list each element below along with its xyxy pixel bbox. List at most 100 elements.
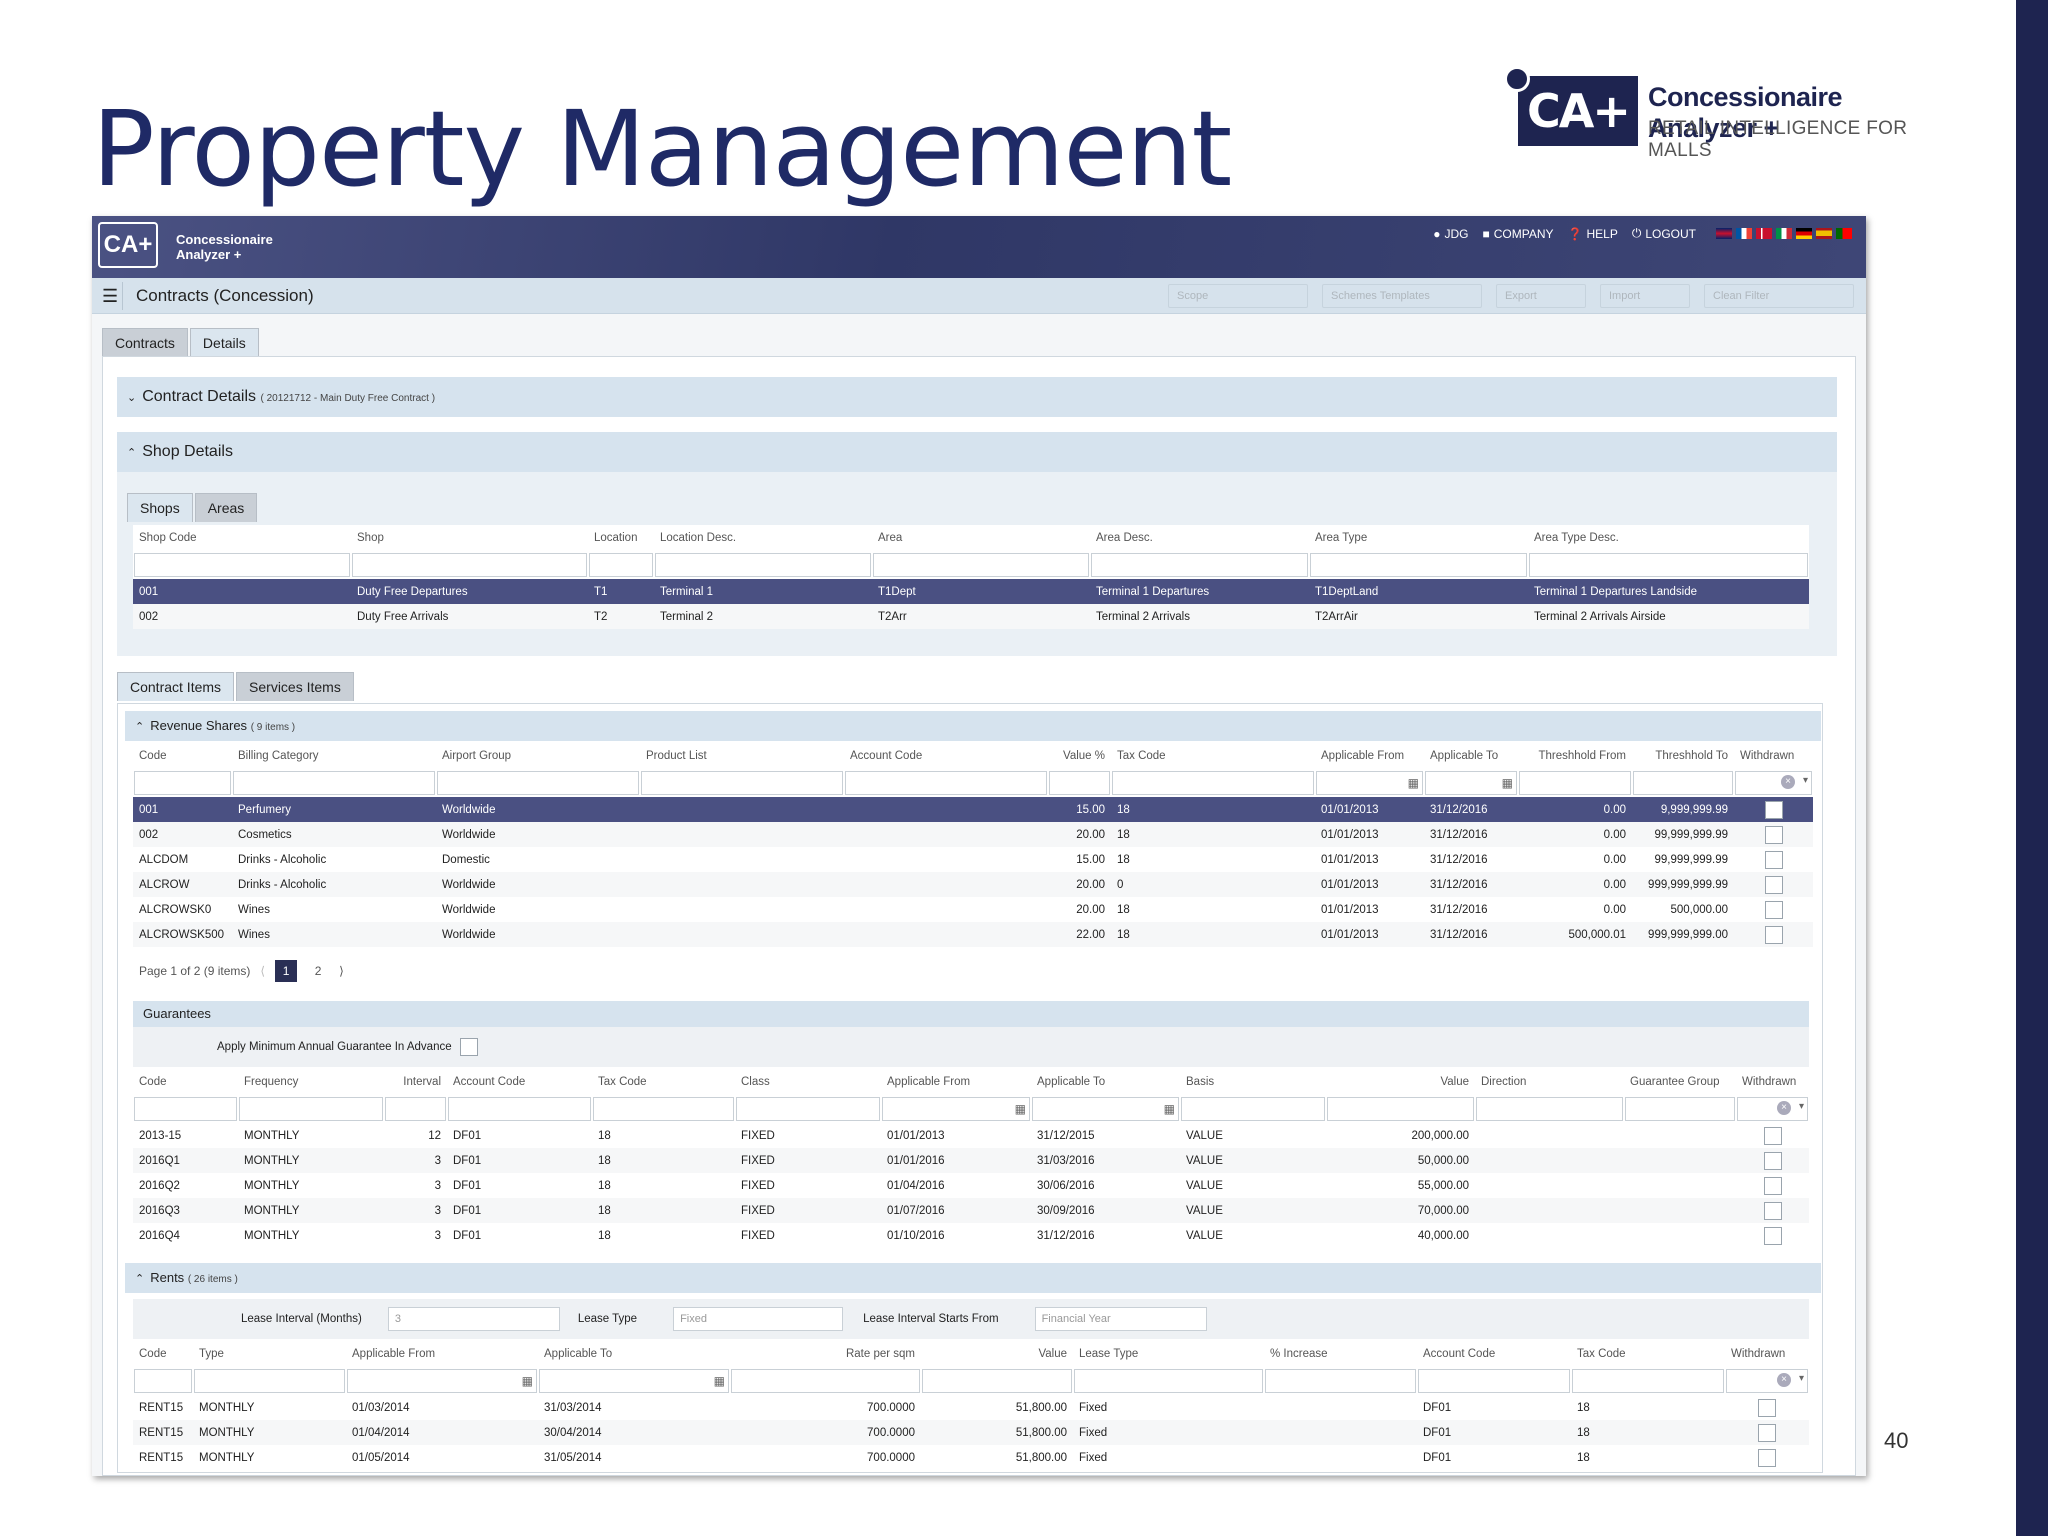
filter-input[interactable] <box>1418 1369 1570 1393</box>
filter-input[interactable] <box>1181 1097 1325 1121</box>
clear-icon[interactable]: × <box>1777 1101 1791 1115</box>
column-header[interactable]: Tax Code <box>1571 1341 1725 1367</box>
filter-input[interactable] <box>134 1097 237 1121</box>
withdrawn-checkbox[interactable] <box>1763 1201 1782 1220</box>
column-header[interactable]: Applicable To <box>1424 743 1518 769</box>
column-header[interactable]: Code <box>133 1069 238 1095</box>
tab-contracts[interactable]: Contracts <box>102 328 188 357</box>
flag-es-icon[interactable] <box>1816 228 1832 239</box>
clear-icon[interactable]: × <box>1781 775 1795 789</box>
filter-input[interactable] <box>1074 1369 1263 1393</box>
table-row[interactable]: 002 Cosmetics Worldwide 20.00 18 01/01/2013 31… <box>133 822 1813 847</box>
column-header[interactable]: Shop Code <box>133 525 351 551</box>
export-button[interactable]: Export <box>1496 284 1586 308</box>
table-row[interactable]: 2016Q4 MONTHLY 3 DF01 18 FIXED 01/10/2016 31/12… <box>133 1223 1809 1248</box>
filter-input[interactable] <box>239 1097 383 1121</box>
calendar-icon[interactable]: ▦ <box>522 1374 533 1388</box>
filter-input[interactable]: × ▾ <box>1737 1097 1808 1121</box>
tab-services-items[interactable]: Services Items <box>236 672 354 701</box>
contract-details-header[interactable]: ⌄ Contract Details ( 20121712 - Main Duty… <box>117 377 1837 417</box>
column-header[interactable]: Location <box>588 525 654 551</box>
table-row[interactable]: 001 Duty Free Departures T1 Terminal 1 T1Dep… <box>133 579 1809 604</box>
table-row[interactable]: RENT15 MONTHLY 01/03/2014 31/03/2014 700.000… <box>133 1395 1809 1420</box>
filter-input[interactable] <box>922 1369 1072 1393</box>
filter-input[interactable] <box>194 1369 345 1393</box>
flag-dk-icon[interactable] <box>1756 228 1772 239</box>
column-header[interactable]: Withdrawn <box>1725 1341 1809 1367</box>
filter-input[interactable] <box>134 771 231 795</box>
filter-input[interactable]: ▦ <box>1032 1097 1179 1121</box>
column-header[interactable]: Direction <box>1475 1069 1624 1095</box>
column-header[interactable]: Tax Code <box>592 1069 735 1095</box>
filter-input[interactable] <box>1476 1097 1623 1121</box>
next-page-icon[interactable]: ⟩ <box>339 964 344 978</box>
table-row[interactable]: 2016Q2 MONTHLY 3 DF01 18 FIXED 01/04/2016 30/06… <box>133 1173 1809 1198</box>
table-row[interactable]: 2016Q1 MONTHLY 3 DF01 18 FIXED 01/01/2016 31/03… <box>133 1148 1809 1173</box>
tab-areas[interactable]: Areas <box>194 493 258 522</box>
table-row[interactable]: 001 Perfumery Worldwide 15.00 18 01/01/2013 31… <box>133 797 1813 822</box>
column-header[interactable]: Type <box>193 1341 346 1367</box>
column-header[interactable]: Threshhold From <box>1518 743 1632 769</box>
table-row[interactable]: 002 Duty Free Arrivals T2 Terminal 2 T2Arr Te… <box>133 604 1809 629</box>
scope-select[interactable]: Scope <box>1168 284 1308 308</box>
tab-contract-items[interactable]: Contract Items <box>117 672 235 701</box>
filter-input[interactable] <box>1625 1097 1735 1121</box>
filter-input[interactable] <box>1529 553 1808 577</box>
filter-input[interactable] <box>385 1097 446 1121</box>
chevron-down-icon[interactable]: ▾ <box>1803 775 1808 786</box>
filter-input[interactable] <box>352 553 587 577</box>
schemes-button[interactable]: Schemes Templates <box>1322 284 1482 308</box>
withdrawn-checkbox[interactable] <box>1763 1176 1782 1195</box>
logout-link[interactable]: ⏻ LOGOUT <box>1632 226 1696 241</box>
lease-interval-input[interactable]: 3 <box>387 1307 560 1331</box>
chevron-down-icon[interactable]: ▾ <box>1799 1373 1804 1384</box>
page-2-button[interactable]: 2 <box>307 960 329 982</box>
filter-input[interactable] <box>1633 771 1733 795</box>
calendar-icon[interactable]: ▦ <box>1502 776 1513 790</box>
withdrawn-checkbox[interactable] <box>1764 800 1783 819</box>
column-header[interactable]: Tax Code <box>1111 743 1315 769</box>
filter-input[interactable] <box>1265 1369 1416 1393</box>
column-header[interactable]: Applicable From <box>346 1341 538 1367</box>
help-link[interactable]: ❓ HELP <box>1568 227 1618 241</box>
column-header[interactable]: Applicable To <box>538 1341 730 1367</box>
column-header[interactable]: Applicable To <box>1031 1069 1180 1095</box>
column-header[interactable]: Shop <box>351 525 588 551</box>
calendar-icon[interactable]: ▦ <box>1408 776 1419 790</box>
column-header[interactable]: Account Code <box>1417 1341 1571 1367</box>
filter-input[interactable] <box>1310 553 1527 577</box>
column-header[interactable]: Value <box>921 1341 1073 1367</box>
withdrawn-checkbox[interactable] <box>1763 1226 1782 1245</box>
table-row[interactable]: RENT15 MONTHLY 01/04/2014 30/04/2014 700.000… <box>133 1420 1809 1445</box>
filter-input[interactable]: ▦ <box>1425 771 1517 795</box>
shop-details-header[interactable]: ⌃ Shop Details <box>117 432 1837 472</box>
column-header[interactable]: Area Type Desc. <box>1528 525 1809 551</box>
user-link[interactable]: ● JDG <box>1433 227 1468 241</box>
filter-input[interactable]: ▦ <box>347 1369 537 1393</box>
filter-input[interactable] <box>736 1097 880 1121</box>
column-header[interactable]: Applicable From <box>881 1069 1031 1095</box>
column-header[interactable]: Area Desc. <box>1090 525 1309 551</box>
lease-type-select[interactable]: Fixed <box>673 1307 844 1331</box>
column-header[interactable]: Withdrawn <box>1734 743 1813 769</box>
filter-input[interactable]: ▦ <box>882 1097 1030 1121</box>
column-header[interactable]: Applicable From <box>1315 743 1424 769</box>
advance-checkbox[interactable] <box>459 1038 478 1056</box>
column-header[interactable]: Value % <box>1048 743 1111 769</box>
column-header[interactable]: Class <box>735 1069 881 1095</box>
column-header[interactable]: % Increase <box>1264 1341 1417 1367</box>
filter-input[interactable] <box>731 1369 920 1393</box>
lease-starts-select[interactable]: Financial Year <box>1034 1307 1207 1331</box>
flag-it-icon[interactable] <box>1776 228 1792 239</box>
filter-input[interactable] <box>589 553 653 577</box>
filter-input[interactable]: × ▾ <box>1735 771 1812 795</box>
withdrawn-checkbox[interactable] <box>1763 1151 1782 1170</box>
table-row[interactable]: ALCDOM Drinks - Alcoholic Domestic 15.00 18 0… <box>133 847 1813 872</box>
clean-filter-button[interactable]: Clean Filter <box>1704 284 1854 308</box>
column-header[interactable]: Withdrawn <box>1736 1069 1809 1095</box>
filter-input[interactable] <box>1049 771 1110 795</box>
app-logo[interactable]: CA+ <box>98 222 158 268</box>
tab-details[interactable]: Details <box>189 328 259 357</box>
column-header[interactable]: Interval <box>384 1069 447 1095</box>
filter-input[interactable]: ▦ <box>539 1369 729 1393</box>
